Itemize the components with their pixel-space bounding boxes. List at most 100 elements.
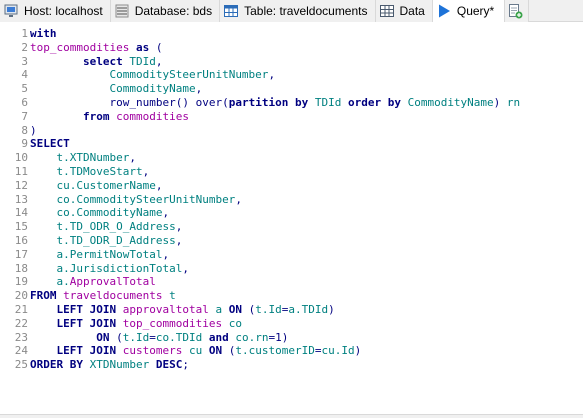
new-query-tab-button[interactable] [505,0,530,22]
code-line[interactable]: 17 a.PermitNowTotal, [0,248,583,262]
host-icon [3,3,19,19]
code-line[interactable]: 7 from commodities [0,110,583,124]
new-query-tab-icon [507,3,523,19]
code-token: , [268,68,276,82]
code-line[interactable]: 11 t.TDMoveStart, [0,165,583,179]
code-line[interactable]: 20 FROM traveldocuments t [0,289,583,303]
code-text: a.PermitNowTotal, [30,248,170,262]
code-token: t [169,289,176,303]
code-line[interactable]: 22 LEFT JOIN top_commodities co [0,317,583,331]
code-token: order [347,95,382,109]
code-line[interactable]: 14 co.CommodityName, [0,206,583,220]
code-line[interactable]: 4 CommoditySteerUnitNumber, [0,68,583,82]
code-token: select [82,54,123,68]
tab-database-label: Database: bds [134,4,213,18]
code-line[interactable]: 10 t.XTDNumber, [0,151,583,165]
code-token: DESC [155,358,183,372]
code-token: = [149,330,156,344]
code-token: ) [30,123,37,137]
code-line[interactable]: 8) [0,124,583,138]
code-token: top_commodities [122,316,223,330]
tab-database[interactable]: Database: bds [110,0,221,22]
code-line[interactable]: 25 ORDER BY XTDNumber DESC; [0,358,583,372]
code-text: t.TD_ODR_O_Address, [30,220,183,234]
code-token: TDId [314,95,342,109]
code-text: a.ApprovalTotal [30,275,156,289]
code-text: ) [30,124,37,138]
line-number: 25 [14,358,28,372]
code-token: a. [56,275,70,289]
code-token: ( [241,302,256,316]
code-token: t.TD_ODR_O_Address [56,220,176,234]
code-line[interactable]: 24 LEFT JOIN customers cu ON (t.customer… [0,344,583,358]
code-token: t.TD_ODR_D_Address [56,233,176,247]
tab-table[interactable]: Table: traveldocuments [220,0,376,22]
code-line[interactable]: 12 cu.CustomerName, [0,179,583,193]
line-number: 10 [14,151,28,165]
code-token: ON [96,330,110,344]
code-line[interactable]: 16 t.TD_ODR_D_Address, [0,234,583,248]
code-line[interactable]: 23 ON (t.Id=co.TDId and co.rn=1) [0,331,583,345]
code-token: , [175,233,183,247]
line-number: 9 [21,137,28,151]
code-line[interactable]: 9 SELECT [0,137,583,151]
code-text: co.CommodityName, [30,206,170,220]
code-token: by [294,95,309,109]
tab-data-label: Data [399,4,425,18]
code-line[interactable]: 18 a.JurisdictionTotal, [0,262,583,276]
tab-host[interactable]: Host: localhost [0,0,111,22]
code-token: LEFT JOIN [56,302,117,316]
code-line[interactable]: 19 a.ApprovalTotal [0,275,583,289]
line-number: 16 [14,233,28,247]
code-token: ) [354,344,362,358]
code-token: ) [493,95,507,109]
sql-editor[interactable]: 1 with 2 top_commodities as (3 select TDId,… [0,22,583,414]
code-line[interactable]: 6 row_number() over(partition by TDId or… [0,96,583,110]
line-number: 20 [14,289,28,303]
code-token: a.TDId [288,302,329,316]
code-line[interactable]: 2 top_commodities as ( [0,41,583,55]
code-token: ORDER BY [30,358,83,372]
code-token: and [208,330,229,344]
code-token: () [175,95,196,109]
line-number: 6 [21,95,28,109]
code-line[interactable]: 3 select TDId, [0,55,583,69]
code-text: t.XTDNumber, [30,151,136,165]
code-token: XTDNumber [89,358,150,372]
tab-query[interactable]: Query* [432,0,506,22]
line-number: 4 [21,68,28,82]
code-token: commodities [116,109,189,123]
code-line[interactable]: 13 co.CommoditySteerUnitNumber, [0,193,583,207]
code-text: ORDER BY XTDNumber DESC; [30,358,189,372]
code-token: traveldocuments [63,289,163,303]
tab-data[interactable]: Data [375,0,433,22]
code-text: t.TD_ODR_D_Address, [30,233,183,248]
code-line[interactable]: 15 t.TD_ODR_O_Address, [0,220,583,234]
code-line[interactable]: 21 LEFT JOIN approvaltotal a ON (t.Id=a.… [0,303,583,317]
code-token: as [135,40,150,54]
code-token: ON [228,302,242,316]
code-token: ( [109,330,123,344]
code-line[interactable]: 5 CommodityName, [0,82,583,96]
line-number: 24 [14,344,28,358]
code-line[interactable]: 1 with [0,27,583,41]
code-token: , [175,220,183,234]
code-area[interactable]: 1 with 2 top_commodities as (3 select TDId,… [0,27,583,372]
code-token: co [228,316,242,330]
line-number: 19 [14,275,28,289]
